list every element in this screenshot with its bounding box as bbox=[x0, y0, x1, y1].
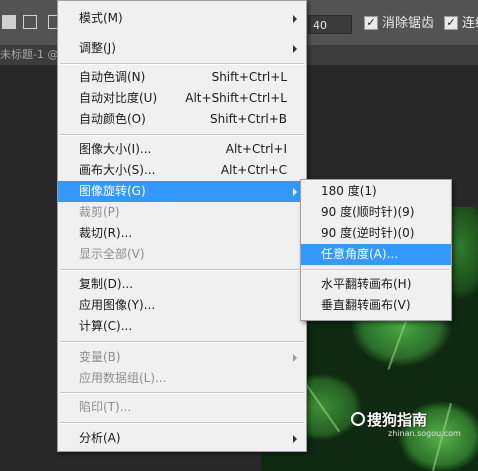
menu-item-shortcut: Shift+Ctrl+B bbox=[210, 112, 287, 126]
menu-item-reveal-all[interactable]: 显示全部(V) bbox=[58, 244, 306, 265]
menu-separator bbox=[303, 269, 449, 271]
menu-item-label: 水平翻转画布(H) bbox=[321, 277, 412, 291]
submenu-item-rotate-180[interactable]: 180 度(1) bbox=[301, 181, 451, 202]
menu-item-shortcut: Shift+Ctrl+L bbox=[211, 70, 287, 84]
menu-item-shortcut: Alt+Ctrl+I bbox=[225, 142, 287, 156]
menu-item-label: 垂直翻转画布(V) bbox=[321, 298, 411, 312]
menu-item-label: 裁剪(P) bbox=[79, 205, 120, 219]
menu-item-label: 自动色调(N) bbox=[79, 70, 146, 84]
contiguous-checkbox[interactable]: ✓ bbox=[444, 16, 458, 30]
contiguous-label: 连续 bbox=[462, 16, 478, 31]
menu-item-auto-tone[interactable]: 自动色调(N) Shift+Ctrl+L bbox=[58, 67, 306, 88]
watermark-url: zhinan.sogou.com bbox=[388, 429, 461, 438]
menu-item-trim[interactable]: 裁切(R)... bbox=[58, 223, 306, 244]
menu-separator bbox=[60, 392, 304, 394]
menu-separator bbox=[60, 341, 304, 343]
menu-item-apply-data-set[interactable]: 应用数据组(L)... bbox=[58, 368, 306, 389]
menu-item-trap[interactable]: 陷印(T)... bbox=[58, 397, 306, 418]
image-menu: 模式(M) 调整(J) 自动色调(N) Shift+Ctrl+L 自动对比度(U… bbox=[57, 0, 307, 452]
menu-item-mode[interactable]: 模式(M) bbox=[58, 8, 306, 29]
menu-separator bbox=[60, 269, 304, 271]
submenu-item-rotate-90-ccw[interactable]: 90 度(逆时针)(0) bbox=[301, 223, 451, 244]
menu-item-adjustments[interactable]: 调整(J) bbox=[58, 38, 306, 59]
submenu-item-arbitrary-angle[interactable]: 任意角度(A)... bbox=[301, 244, 451, 265]
menu-item-label: 陷印(T)... bbox=[79, 400, 132, 414]
menu-item-variables[interactable]: 变量(B) bbox=[58, 347, 306, 368]
menu-item-label: 应用图像(Y)... bbox=[79, 298, 156, 312]
menu-item-canvas-size[interactable]: 画布大小(S)... Alt+Ctrl+C bbox=[58, 160, 306, 181]
submenu-arrow-icon bbox=[293, 45, 297, 53]
menu-item-label: 90 度(逆时针)(0) bbox=[321, 226, 415, 240]
menu-item-label: 任意角度(A)... bbox=[321, 247, 399, 261]
submenu-arrow-icon bbox=[293, 435, 297, 443]
menu-item-label: 自动对比度(U) bbox=[79, 91, 158, 105]
menu-separator bbox=[60, 134, 304, 136]
menu-item-auto-contrast[interactable]: 自动对比度(U) Alt+Shift+Ctrl+L bbox=[58, 88, 306, 109]
menu-item-image-rotation[interactable]: 图像旋转(G) bbox=[58, 181, 306, 202]
menu-item-label: 模式(M) bbox=[79, 11, 123, 25]
menu-item-label: 变量(B) bbox=[79, 350, 121, 364]
watermark-brand: 搜狗指南 bbox=[367, 411, 428, 429]
new-selection-icon[interactable] bbox=[2, 15, 16, 29]
menu-item-image-size[interactable]: 图像大小(I)... Alt+Ctrl+I bbox=[58, 139, 306, 160]
menu-item-label: 图像旋转(G) bbox=[79, 184, 146, 198]
menu-item-duplicate[interactable]: 复制(D)... bbox=[58, 274, 306, 295]
menu-item-shortcut: Alt+Shift+Ctrl+L bbox=[185, 91, 287, 105]
menu-item-label: 计算(C)... bbox=[79, 319, 133, 333]
anti-alias-checkbox[interactable]: ✓ bbox=[364, 16, 378, 30]
menu-item-label: 分析(A) bbox=[79, 431, 121, 445]
menu-item-label: 画布大小(S)... bbox=[79, 163, 156, 177]
document-tab[interactable]: 未标题-1 @ bbox=[0, 45, 58, 65]
menu-item-shortcut: Alt+Ctrl+C bbox=[220, 163, 287, 177]
menu-item-apply-image[interactable]: 应用图像(Y)... bbox=[58, 295, 306, 316]
menu-item-analysis[interactable]: 分析(A) bbox=[58, 428, 306, 449]
menu-item-crop[interactable]: 裁剪(P) bbox=[58, 202, 306, 223]
submenu-arrow-icon bbox=[293, 15, 297, 23]
tolerance-input[interactable]: 40 bbox=[308, 15, 352, 34]
menu-item-label: 应用数据组(L)... bbox=[79, 371, 167, 385]
menu-item-label: 180 度(1) bbox=[321, 184, 377, 198]
menu-separator bbox=[60, 63, 304, 65]
submenu-arrow-icon bbox=[293, 354, 297, 362]
add-to-selection-icon[interactable] bbox=[23, 15, 37, 29]
menu-item-label: 裁切(R)... bbox=[79, 226, 133, 240]
menu-item-label: 调整(J) bbox=[79, 41, 116, 55]
menu-item-auto-color[interactable]: 自动颜色(O) Shift+Ctrl+B bbox=[58, 109, 306, 130]
submenu-item-flip-vertical[interactable]: 垂直翻转画布(V) bbox=[301, 295, 451, 316]
menu-item-label: 复制(D)... bbox=[79, 277, 134, 291]
anti-alias-label: 消除锯齿 bbox=[382, 16, 435, 31]
submenu-item-rotate-90-cw[interactable]: 90 度(顺时针)(9) bbox=[301, 202, 451, 223]
sogou-logo-icon bbox=[351, 412, 365, 426]
submenu-arrow-icon bbox=[293, 188, 297, 196]
menu-item-label: 图像大小(I)... bbox=[79, 142, 152, 156]
menu-item-calculations[interactable]: 计算(C)... bbox=[58, 316, 306, 337]
menu-separator bbox=[60, 422, 304, 424]
menu-item-label: 自动颜色(O) bbox=[79, 112, 146, 126]
image-rotation-submenu: 180 度(1) 90 度(顺时针)(9) 90 度(逆时针)(0) 任意角度(… bbox=[300, 179, 452, 321]
menu-item-label: 显示全部(V) bbox=[79, 247, 145, 261]
submenu-item-flip-horizontal[interactable]: 水平翻转画布(H) bbox=[301, 274, 451, 295]
menu-item-label: 90 度(顺时针)(9) bbox=[321, 205, 415, 219]
